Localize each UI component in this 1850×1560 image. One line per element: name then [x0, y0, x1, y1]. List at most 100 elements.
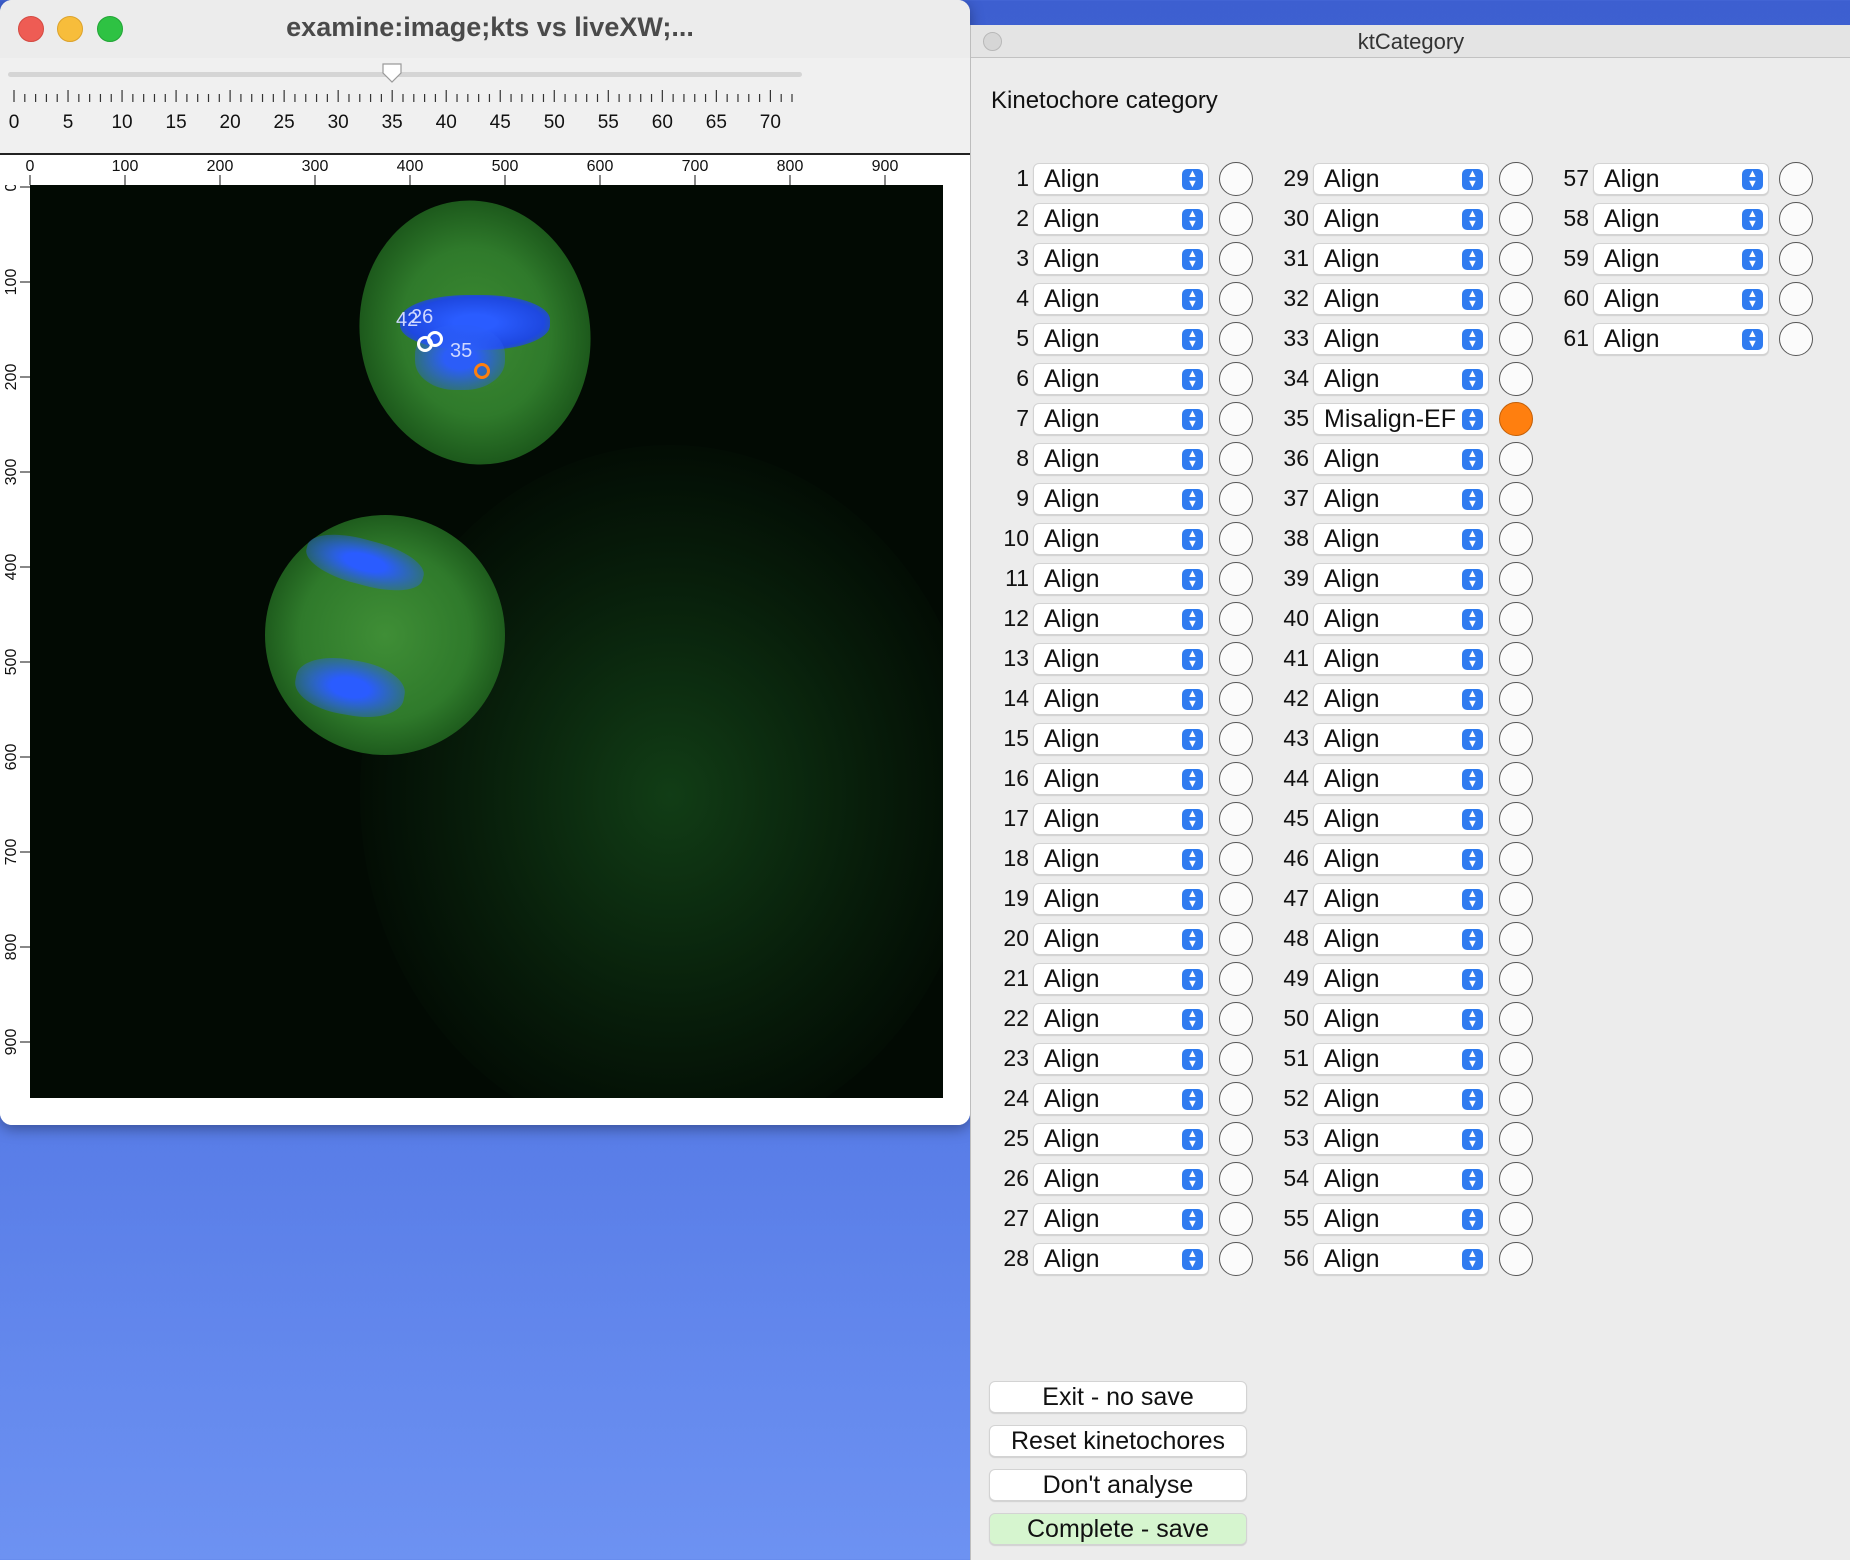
kinetochore-category-select[interactable]: Align ▲ ▼	[1313, 1043, 1489, 1075]
kinetochore-category-select[interactable]: Align ▲ ▼	[1313, 443, 1489, 475]
kinetochore-category-select[interactable]: Align ▲ ▼	[1313, 603, 1489, 635]
kinetochore-selection-indicator[interactable]	[1499, 882, 1533, 916]
kinetochore-selection-indicator[interactable]	[1219, 1242, 1253, 1276]
kinetochore-category-select[interactable]: Align ▲ ▼	[1313, 563, 1489, 595]
kinetochore-category-select[interactable]: Align ▲ ▼	[1313, 323, 1489, 355]
kinetochore-26-marker[interactable]	[427, 331, 443, 347]
kinetochore-selection-indicator[interactable]	[1499, 442, 1533, 476]
kinetochore-category-select[interactable]: Align ▲ ▼	[1033, 563, 1209, 595]
kinetochore-category-select[interactable]: Align ▲ ▼	[1313, 723, 1489, 755]
kinetochore-category-select[interactable]: Align ▲ ▼	[1033, 403, 1209, 435]
kinetochore-category-select[interactable]: Align ▲ ▼	[1313, 1083, 1489, 1115]
frame-slider-track[interactable]	[8, 72, 802, 77]
kinetochore-category-select[interactable]: Align ▲ ▼	[1033, 843, 1209, 875]
image-window-titlebar[interactable]: examine:image;kts vs liveXW;...	[0, 0, 970, 59]
kinetochore-category-select[interactable]: Align ▲ ▼	[1033, 1043, 1209, 1075]
kinetochore-category-select[interactable]: Align ▲ ▼	[1033, 1083, 1209, 1115]
kinetochore-category-select[interactable]: Align ▲ ▼	[1313, 1243, 1489, 1275]
kinetochore-selection-indicator[interactable]	[1219, 722, 1253, 756]
kinetochore-selection-indicator[interactable]	[1219, 202, 1253, 236]
kinetochore-selection-indicator[interactable]	[1499, 802, 1533, 836]
kinetochore-selection-indicator[interactable]	[1219, 1042, 1253, 1076]
kinetochore-selection-indicator[interactable]	[1779, 242, 1813, 276]
kinetochore-selection-indicator[interactable]	[1219, 482, 1253, 516]
kinetochore-selection-indicator[interactable]	[1499, 642, 1533, 676]
kinetochore-category-select[interactable]: Align ▲ ▼	[1033, 1003, 1209, 1035]
kinetochore-selection-indicator[interactable]	[1499, 762, 1533, 796]
kinetochore-category-select[interactable]: Align ▲ ▼	[1313, 843, 1489, 875]
kinetochore-category-select[interactable]: Align ▲ ▼	[1033, 683, 1209, 715]
kinetochore-selection-indicator[interactable]	[1219, 362, 1253, 396]
kinetochore-category-select[interactable]: Align ▲ ▼	[1033, 643, 1209, 675]
kinetochore-selection-indicator[interactable]	[1499, 842, 1533, 876]
kinetochore-category-select[interactable]: Align ▲ ▼	[1313, 163, 1489, 195]
kinetochore-selection-indicator[interactable]	[1499, 1002, 1533, 1036]
kinetochore-selection-indicator[interactable]	[1499, 242, 1533, 276]
kinetochore-category-select[interactable]: Align ▲ ▼	[1033, 763, 1209, 795]
kinetochore-selection-indicator[interactable]	[1499, 602, 1533, 636]
reset-kinetochores-button[interactable]: Reset kinetochores	[989, 1425, 1247, 1457]
kinetochore-category-select[interactable]: Align ▲ ▼	[1313, 803, 1489, 835]
kinetochore-selection-indicator[interactable]	[1499, 522, 1533, 556]
kinetochore-selection-indicator[interactable]	[1499, 202, 1533, 236]
kinetochore-category-select[interactable]: Align ▲ ▼	[1313, 923, 1489, 955]
kinetochore-selection-indicator[interactable]	[1219, 242, 1253, 276]
kinetochore-selection-indicator[interactable]	[1499, 1122, 1533, 1156]
kinetochore-category-select[interactable]: Align ▲ ▼	[1033, 203, 1209, 235]
kinetochore-selection-indicator[interactable]	[1499, 482, 1533, 516]
kinetochore-category-select[interactable]: Align ▲ ▼	[1033, 803, 1209, 835]
kinetochore-selection-indicator[interactable]	[1219, 962, 1253, 996]
kinetochore-selection-indicator[interactable]	[1499, 402, 1533, 436]
kinetochore-selection-indicator[interactable]	[1779, 282, 1813, 316]
kinetochore-category-select[interactable]: Align ▲ ▼	[1313, 203, 1489, 235]
kinetochore-category-select[interactable]: Align ▲ ▼	[1313, 283, 1489, 315]
kinetochore-category-select[interactable]: Align ▲ ▼	[1033, 1243, 1209, 1275]
kinetochore-category-select[interactable]: Align ▲ ▼	[1313, 683, 1489, 715]
kinetochore-selection-indicator[interactable]	[1219, 922, 1253, 956]
kinetochore-selection-indicator[interactable]	[1219, 1082, 1253, 1116]
frame-slider-thumb[interactable]	[381, 62, 403, 84]
kinetochore-category-select[interactable]: Align ▲ ▼	[1313, 1203, 1489, 1235]
minimize-window-button[interactable]	[57, 16, 83, 42]
kinetochore-category-select[interactable]: Align ▲ ▼	[1313, 1123, 1489, 1155]
kinetochore-category-select[interactable]: Align ▲ ▼	[1313, 523, 1489, 555]
kinetochore-category-select[interactable]: Align ▲ ▼	[1313, 243, 1489, 275]
kinetochore-selection-indicator[interactable]	[1499, 1162, 1533, 1196]
kinetochore-category-select[interactable]: Align ▲ ▼	[1313, 1003, 1489, 1035]
kinetochore-category-select[interactable]: Align ▲ ▼	[1313, 883, 1489, 915]
kinetochore-selection-indicator[interactable]	[1219, 1202, 1253, 1236]
kinetochore-selection-indicator[interactable]	[1499, 282, 1533, 316]
kinetochore-selection-indicator[interactable]	[1219, 642, 1253, 676]
kinetochore-selection-indicator[interactable]	[1499, 682, 1533, 716]
kinetochore-selection-indicator[interactable]	[1219, 562, 1253, 596]
kinetochore-selection-indicator[interactable]	[1219, 842, 1253, 876]
kinetochore-selection-indicator[interactable]	[1499, 1042, 1533, 1076]
kinetochore-category-select[interactable]: Align ▲ ▼	[1593, 243, 1769, 275]
kinetochore-category-select[interactable]: Align ▲ ▼	[1033, 443, 1209, 475]
kinetochore-selection-indicator[interactable]	[1219, 802, 1253, 836]
kinetochore-category-select[interactable]: Align ▲ ▼	[1033, 1163, 1209, 1195]
kinetochore-selection-indicator[interactable]	[1499, 1082, 1533, 1116]
kinetochore-category-select[interactable]: Align ▲ ▼	[1593, 163, 1769, 195]
kinetochore-category-select[interactable]: Align ▲ ▼	[1033, 483, 1209, 515]
kinetochore-selection-indicator[interactable]	[1219, 1002, 1253, 1036]
kinetochore-selection-indicator[interactable]	[1219, 162, 1253, 196]
kinetochore-category-select[interactable]: Align ▲ ▼	[1033, 1123, 1209, 1155]
kinetochore-category-select[interactable]: Align ▲ ▼	[1033, 603, 1209, 635]
kinetochore-selection-indicator[interactable]	[1499, 1242, 1533, 1276]
kinetochore-category-select[interactable]: Align ▲ ▼	[1593, 323, 1769, 355]
kinetochore-category-select[interactable]: Misalign-EF ▲ ▼	[1313, 403, 1489, 435]
exit-no-save-button[interactable]: Exit - no save	[989, 1381, 1247, 1413]
kinetochore-selection-indicator[interactable]	[1219, 322, 1253, 356]
complete-save-button[interactable]: Complete - save	[989, 1513, 1247, 1545]
kinetochore-35-marker[interactable]	[474, 363, 490, 379]
kinetochore-selection-indicator[interactable]	[1219, 1162, 1253, 1196]
ktcategory-titlebar[interactable]: ktCategory	[971, 25, 1850, 58]
close-window-button[interactable]	[18, 16, 44, 42]
zoom-window-button[interactable]	[97, 16, 123, 42]
kinetochore-selection-indicator[interactable]	[1779, 322, 1813, 356]
kinetochore-category-select[interactable]: Align ▲ ▼	[1033, 923, 1209, 955]
kinetochore-category-select[interactable]: Align ▲ ▼	[1033, 323, 1209, 355]
kinetochore-category-select[interactable]: Align ▲ ▼	[1033, 723, 1209, 755]
kinetochore-category-select[interactable]: Align ▲ ▼	[1593, 203, 1769, 235]
